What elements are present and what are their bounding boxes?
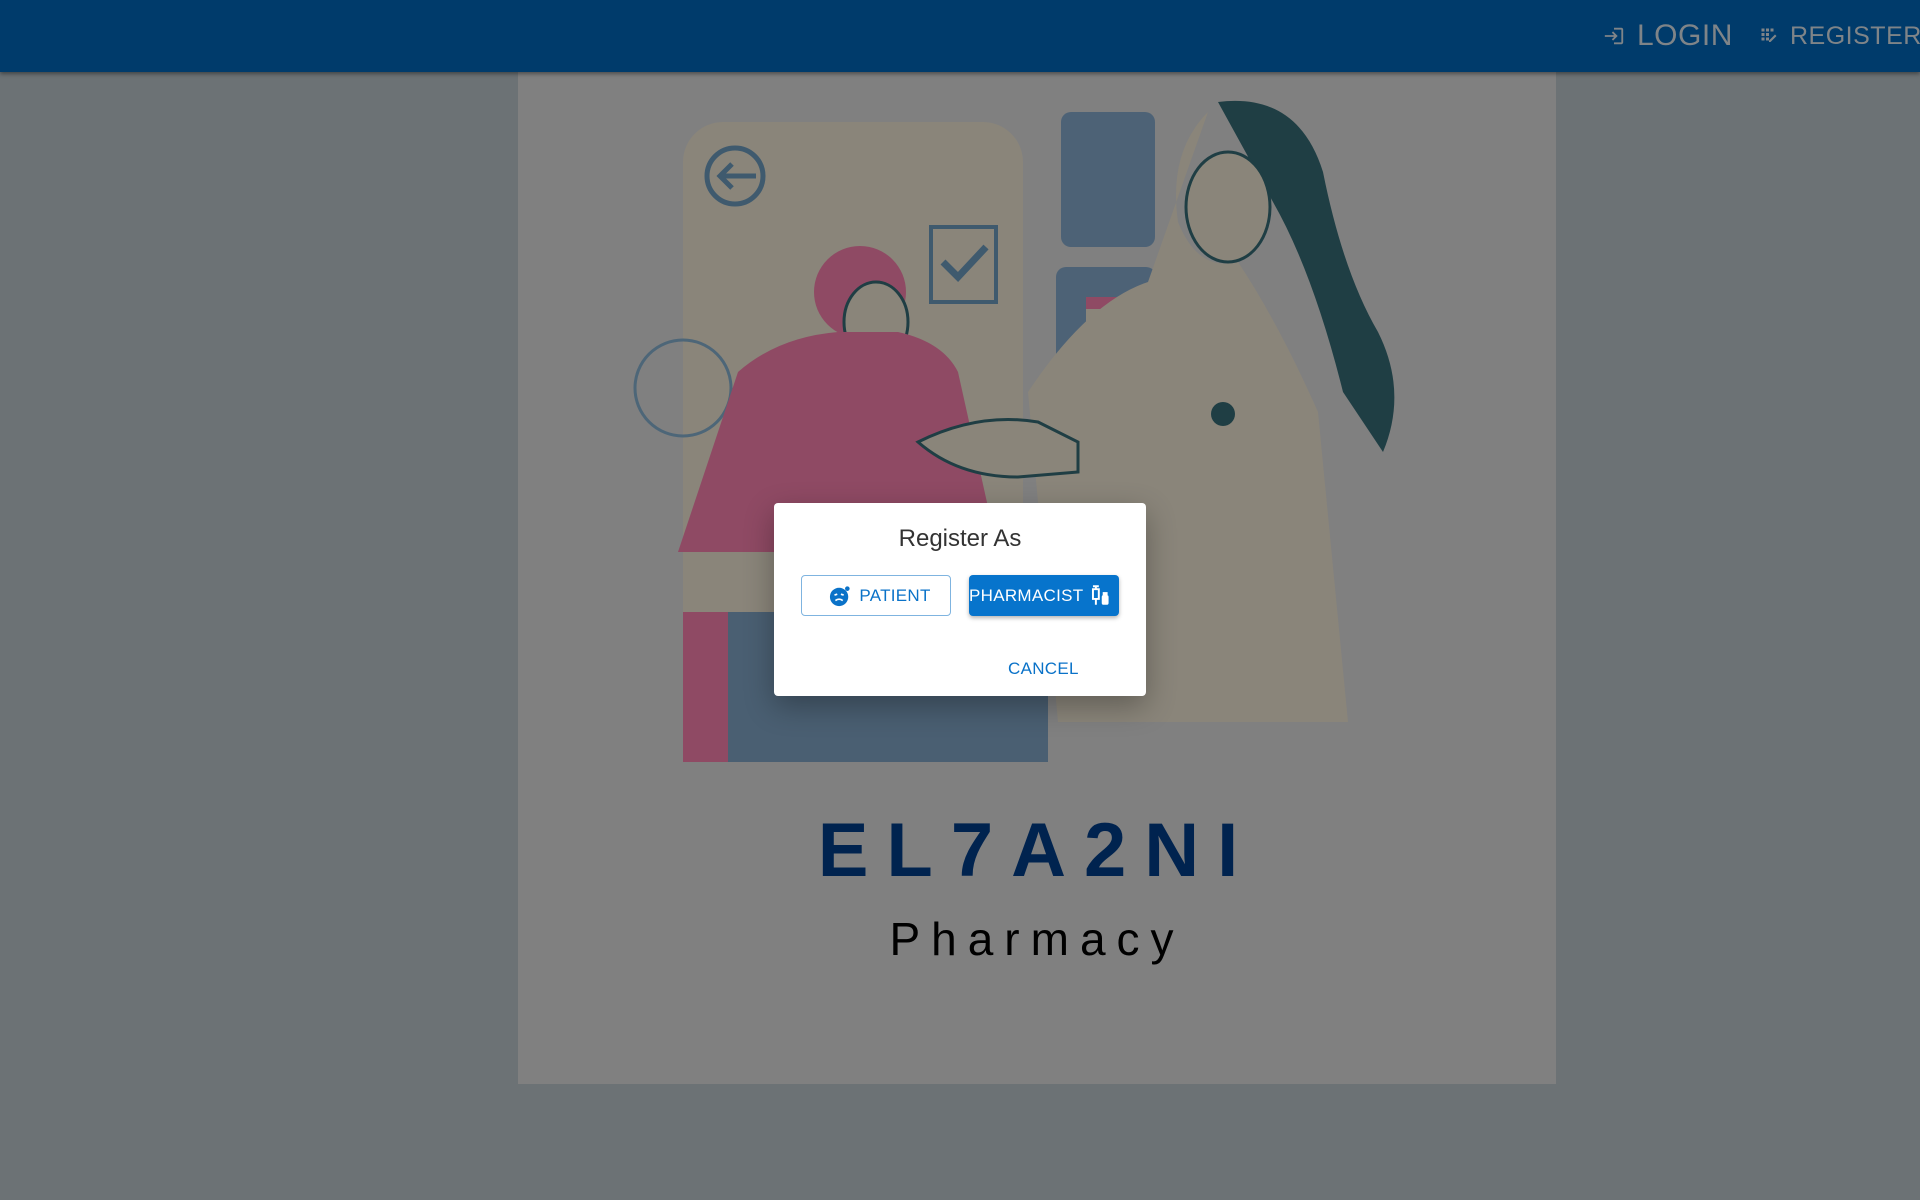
register-label: REGISTER [1790, 21, 1920, 50]
login-label: LOGIN [1637, 19, 1733, 52]
pharmacist-label: PHARMACIST [969, 585, 1084, 605]
sick-face-icon [830, 585, 850, 606]
app-bar: LOGIN REGISTER [0, 0, 1920, 72]
brand-name: EL7A2NI [817, 808, 1257, 893]
patient-button[interactable]: PATIENT [801, 575, 951, 616]
pharmacist-button[interactable]: PHARMACIST [969, 575, 1119, 616]
login-icon [1604, 27, 1624, 45]
patient-label: PATIENT [859, 585, 931, 605]
vaccines-icon [1092, 584, 1110, 605]
cancel-button[interactable]: CANCEL [1008, 659, 1079, 679]
register-button[interactable]: REGISTER [1760, 0, 1920, 72]
register-as-dialog: Register As PATIENT PHARMACIST CANCEL [774, 503, 1146, 696]
app-registration-icon [1761, 28, 1777, 42]
brand-subtitle: Pharmacy [889, 913, 1185, 965]
dialog-title: Register As [898, 525, 1022, 552]
login-button[interactable]: LOGIN [1603, 0, 1733, 72]
